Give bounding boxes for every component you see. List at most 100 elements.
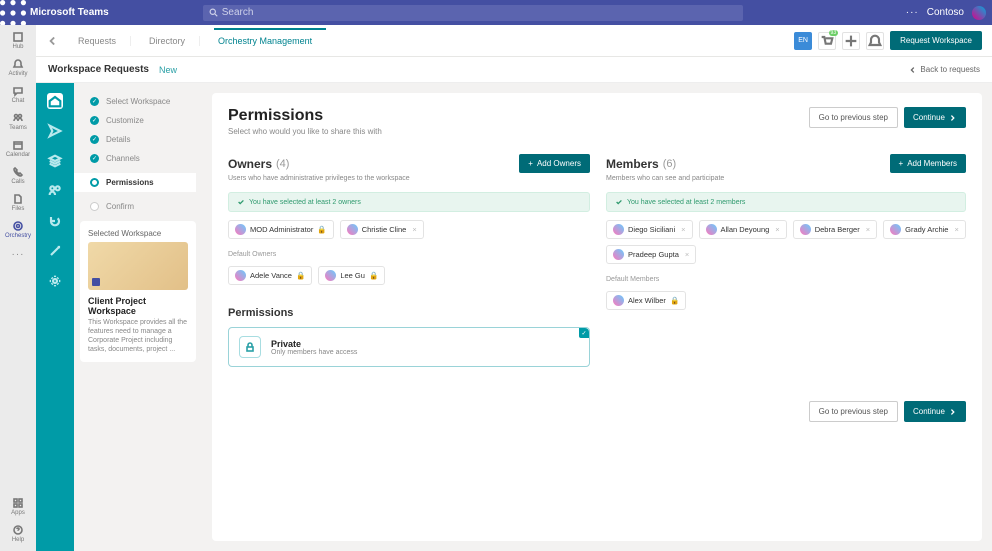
- workspace-thumbnail: [88, 242, 188, 290]
- request-workspace-button[interactable]: Request Workspace: [890, 31, 982, 50]
- rail-hub[interactable]: Hub: [12, 31, 24, 50]
- side-settings-icon[interactable]: [47, 273, 63, 289]
- members-banner: You have selected at least 2 members: [606, 192, 966, 212]
- teams-topbar: Microsoft Teams Search ··· Contoso: [0, 0, 992, 25]
- rail-activity[interactable]: Activity: [8, 58, 27, 77]
- side-send-icon[interactable]: [47, 123, 63, 139]
- crumb-new: New: [159, 65, 177, 75]
- rail-orchestry[interactable]: Orchestry: [5, 220, 31, 239]
- check-icon: [237, 198, 245, 206]
- rail-teams[interactable]: Teams: [9, 112, 27, 131]
- search-input[interactable]: Search: [203, 5, 743, 21]
- owner-chip: MOD Administrator🔒: [228, 220, 334, 239]
- step-select-workspace[interactable]: ✓Select Workspace: [80, 97, 196, 106]
- privacy-card[interactable]: PrivateOnly members have access ✓: [228, 327, 590, 367]
- owners-count: (4): [276, 158, 289, 170]
- step-confirm[interactable]: Confirm: [80, 202, 196, 211]
- remove-icon[interactable]: ×: [681, 225, 685, 234]
- add-owners-button[interactable]: +Add Owners: [519, 154, 590, 173]
- remove-icon[interactable]: ×: [775, 225, 779, 234]
- remove-icon[interactable]: ×: [866, 225, 870, 234]
- members-title: Members: [606, 157, 659, 171]
- selected-workspace-card: Selected Workspace Client Project Worksp…: [80, 221, 196, 362]
- brand: Microsoft Teams: [30, 7, 109, 18]
- rail-calls[interactable]: Calls: [11, 166, 24, 185]
- default-owners-label: Default Owners: [228, 251, 590, 258]
- side-people-icon[interactable]: [47, 183, 63, 199]
- check-icon: [615, 198, 623, 206]
- footer-continue-button[interactable]: Continue: [904, 401, 966, 422]
- step-channels[interactable]: ✓Channels: [80, 154, 196, 163]
- org-label[interactable]: Contoso: [927, 7, 964, 18]
- remove-icon[interactable]: ×: [412, 225, 416, 234]
- spark-icon[interactable]: [842, 32, 860, 50]
- go-previous-button[interactable]: Go to previous step: [809, 107, 898, 128]
- tab-directory[interactable]: Directory: [145, 36, 200, 46]
- page-title: Permissions: [228, 107, 382, 125]
- more-icon[interactable]: ···: [906, 7, 919, 18]
- rail-more[interactable]: ···: [12, 249, 25, 260]
- member-chip: Diego Siciliani×: [606, 220, 693, 239]
- rail-help[interactable]: Help: [12, 524, 24, 543]
- rail-calendar[interactable]: Calendar: [6, 139, 30, 158]
- tab-requests[interactable]: Requests: [74, 36, 131, 46]
- owner-chip: Christie Cline×: [340, 220, 424, 239]
- app-tabs: Requests Directory Orchestry Management …: [36, 25, 992, 57]
- waffle-icon[interactable]: [0, 0, 26, 26]
- back-icon[interactable]: [46, 34, 60, 48]
- continue-button[interactable]: Continue: [904, 107, 966, 128]
- side-refresh-icon[interactable]: [47, 213, 63, 229]
- arrow-right-icon: [949, 114, 957, 122]
- selected-workspace-label: Selected Workspace: [88, 229, 188, 238]
- workspace-name: Client Project Workspace: [88, 296, 188, 316]
- member-chip: Pradeep Gupta×: [606, 245, 696, 264]
- steps-panel: ✓Select Workspace ✓Customize ✓Details ✓C…: [74, 83, 202, 551]
- owners-sub: Users who have administrative privileges…: [228, 175, 590, 182]
- check-icon: ✓: [579, 328, 589, 338]
- rail-files[interactable]: Files: [12, 193, 25, 212]
- remove-icon[interactable]: ×: [685, 250, 689, 259]
- permissions-section-title: Permissions: [228, 307, 590, 319]
- default-members-label: Default Members: [606, 276, 966, 283]
- tab-orchestry-management[interactable]: Orchestry Management: [214, 28, 326, 53]
- cart-icon[interactable]: 93: [818, 32, 836, 50]
- bell-icon[interactable]: [866, 32, 884, 50]
- members-count: (6): [663, 158, 676, 170]
- step-permissions[interactable]: Permissions: [72, 173, 196, 192]
- orchestry-sidebar: [36, 83, 74, 551]
- lock-icon: 🔒: [317, 225, 326, 234]
- lock-icon: [239, 336, 261, 358]
- member-default-chip: Alex Wilber🔒: [606, 291, 686, 310]
- owner-default-chip: Lee Gu🔒: [318, 266, 385, 285]
- step-details[interactable]: ✓Details: [80, 135, 196, 144]
- member-chip: Grady Archie×: [883, 220, 966, 239]
- arrow-left-icon: [909, 66, 917, 74]
- main-content: Permissions Select who would you like to…: [212, 93, 982, 541]
- owners-title: Owners: [228, 157, 272, 171]
- search-icon: [209, 8, 218, 17]
- step-customize[interactable]: ✓Customize: [80, 116, 196, 125]
- owner-default-chip: Adele Vance🔒: [228, 266, 312, 285]
- members-sub: Members who can see and participate: [606, 175, 966, 182]
- arrow-right-icon: [949, 408, 957, 416]
- crumb-title: Workspace Requests: [48, 64, 149, 75]
- lang-badge[interactable]: EN: [794, 32, 812, 50]
- side-stack-icon[interactable]: [47, 153, 63, 169]
- page-subtitle: Select who would you like to share this …: [228, 127, 382, 136]
- owners-column: Owners (4) +Add Owners Users who have ad…: [228, 154, 590, 367]
- user-avatar[interactable]: [972, 6, 986, 20]
- footer-prev-button[interactable]: Go to previous step: [809, 401, 898, 422]
- rail-apps[interactable]: Apps: [11, 497, 25, 516]
- add-members-button[interactable]: +Add Members: [890, 154, 966, 173]
- search-placeholder: Search: [222, 7, 254, 18]
- side-tools-icon[interactable]: [47, 243, 63, 259]
- remove-icon[interactable]: ×: [954, 225, 958, 234]
- workspace-desc: This Workspace provides all the features…: [88, 318, 188, 354]
- members-column: Members (6) +Add Members Members who can…: [606, 154, 966, 367]
- side-home-icon[interactable]: [47, 93, 63, 109]
- back-to-requests[interactable]: Back to requests: [909, 65, 980, 74]
- member-chip: Debra Berger×: [793, 220, 877, 239]
- owners-banner: You have selected at least 2 owners: [228, 192, 590, 212]
- teams-rail: Hub Activity Chat Teams Calendar Calls F…: [0, 25, 36, 551]
- rail-chat[interactable]: Chat: [12, 85, 25, 104]
